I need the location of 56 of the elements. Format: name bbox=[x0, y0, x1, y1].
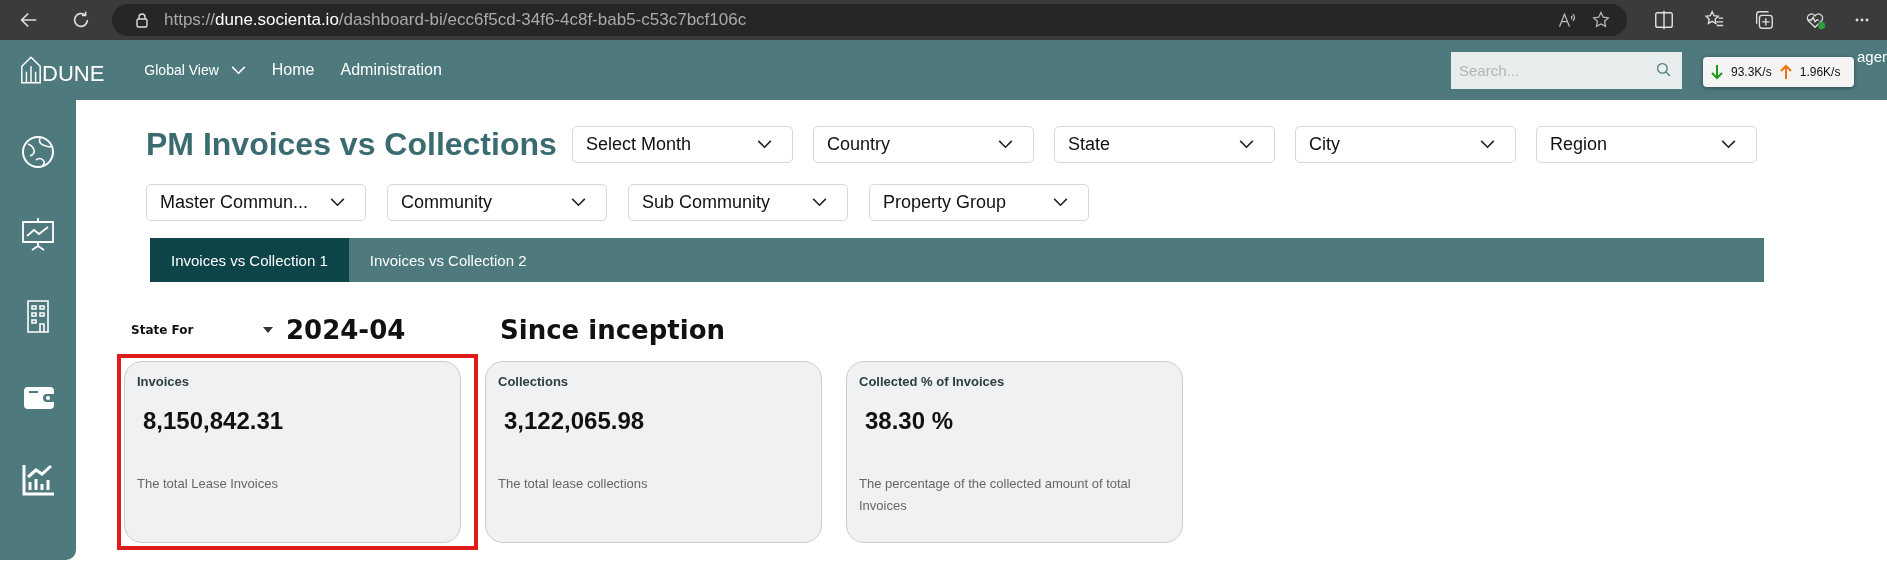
chevron-down-icon bbox=[1239, 140, 1254, 149]
split-screen-icon[interactable] bbox=[1653, 9, 1675, 31]
chevron-down-icon bbox=[330, 198, 345, 207]
period-value: 2024-04 bbox=[286, 315, 407, 345]
chevron-down-icon bbox=[1721, 140, 1736, 149]
chevron-down-icon bbox=[571, 198, 586, 207]
scope-heading: Since inception bbox=[500, 315, 726, 345]
chevron-down-icon bbox=[757, 140, 772, 149]
card-description: The total lease collections bbox=[498, 475, 649, 493]
upload-speed: 1.96K/s bbox=[1799, 65, 1841, 79]
filter-dropdown[interactable]: Sub Community bbox=[628, 184, 848, 221]
house-logo-icon bbox=[20, 55, 42, 85]
card-description: The total Lease Invoices bbox=[137, 475, 279, 493]
nav-link[interactable]: Administration bbox=[340, 61, 442, 79]
filter-dropdown[interactable]: Community bbox=[387, 184, 607, 221]
read-aloud-icon[interactable] bbox=[1557, 10, 1577, 30]
star-icon[interactable] bbox=[1591, 10, 1611, 30]
card-value: 38.30 % bbox=[865, 407, 955, 435]
card-value: 8,150,842.31 bbox=[143, 407, 285, 435]
arrow-down-icon bbox=[1711, 64, 1723, 80]
filter-dropdown[interactable]: Country bbox=[813, 126, 1034, 163]
address-bar[interactable]: https://dune.socienta.io/dashboard-bi/ecc6f5cd-34f6-4c8f-bab5-c53c7bcf106c bbox=[112, 4, 1627, 36]
tab[interactable]: Invoices vs Collection 1 bbox=[150, 238, 349, 282]
card-title: Collected % of Invoices bbox=[859, 374, 1006, 389]
search-icon bbox=[1656, 61, 1672, 78]
caret-down-icon[interactable] bbox=[263, 327, 273, 333]
card-title: Collections bbox=[498, 374, 570, 389]
filter-dropdown[interactable]: Master Commun... bbox=[146, 184, 366, 221]
lock-icon bbox=[134, 12, 150, 28]
bar-chart-icon[interactable] bbox=[20, 462, 56, 498]
chevron-down-icon bbox=[812, 198, 827, 207]
filter-dropdown[interactable]: Region bbox=[1536, 126, 1757, 163]
state-for-label: State For bbox=[131, 323, 195, 337]
card-description: The percentage of the collected amount of total Invoices bbox=[859, 475, 1132, 515]
card-value: 3,122,065.98 bbox=[504, 407, 646, 435]
download-speed: 93.3K/s bbox=[1731, 65, 1772, 79]
chevron-down-icon bbox=[230, 65, 246, 75]
filter-dropdown[interactable]: Property Group bbox=[869, 184, 1089, 221]
app-logo[interactable]: DUNE bbox=[20, 55, 105, 85]
nav-dropdown[interactable]: Global View bbox=[144, 62, 246, 78]
globe-icon[interactable] bbox=[20, 134, 56, 170]
chevron-down-icon bbox=[1480, 140, 1495, 149]
filter-dropdown[interactable]: State bbox=[1054, 126, 1275, 163]
url-text: https://dune.socienta.io/dashboard-bi/ecc6f5cd-34f6-4c8f-bab5-c53c7bcf106c bbox=[164, 10, 747, 30]
search-field[interactable]: Search... bbox=[1451, 51, 1682, 89]
presentation-board-icon[interactable] bbox=[20, 216, 56, 252]
chevron-down-icon bbox=[1053, 198, 1068, 207]
user-name: ager bbox=[1856, 48, 1887, 65]
tab[interactable]: Invoices vs Collection 2 bbox=[348, 238, 548, 282]
chevron-down-icon bbox=[998, 140, 1013, 149]
nav-link[interactable]: Home bbox=[271, 61, 315, 79]
collections-icon[interactable] bbox=[1753, 9, 1775, 31]
filter-dropdown[interactable]: City bbox=[1295, 126, 1516, 163]
card-title: Invoices bbox=[137, 374, 191, 389]
arrow-up-icon bbox=[1779, 64, 1792, 80]
filter-dropdown[interactable]: Select Month bbox=[572, 126, 793, 163]
